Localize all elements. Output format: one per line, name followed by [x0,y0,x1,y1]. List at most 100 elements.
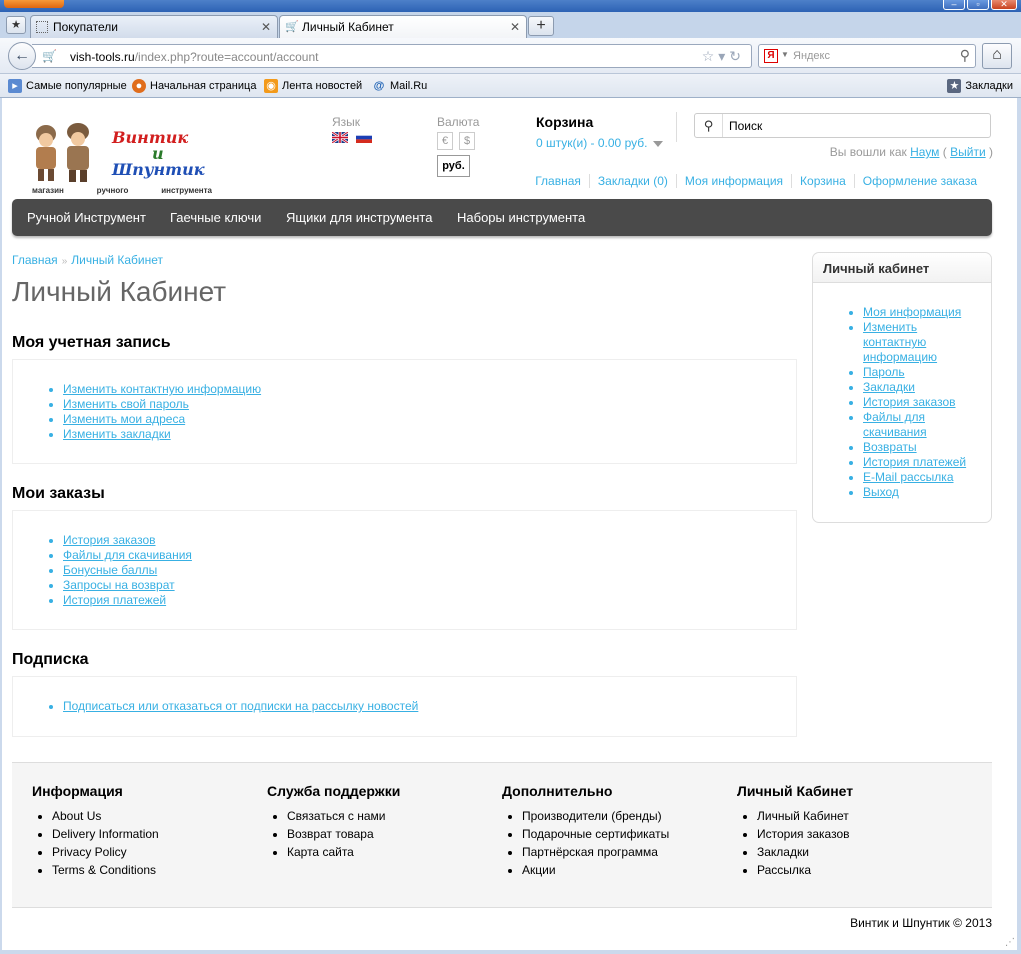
footer-link-specials[interactable]: Акции [522,861,669,879]
language-label: Язык [332,115,361,129]
account-user-link[interactable]: Наум [910,145,939,159]
menu-item-hand-tools[interactable]: Ручной Инструмент [27,210,146,225]
top-link-account[interactable]: Моя информация [675,174,791,188]
list-item: История платежей [63,593,796,608]
at-sign-icon: @ [373,80,385,92]
menu-item-wrenches[interactable]: Гаечные ключи [170,210,261,225]
footer-link-wishlist[interactable]: Закладки [757,843,853,861]
footer-link-sitemap[interactable]: Карта сайта [287,843,400,861]
currency-euro-button[interactable]: € [437,132,453,150]
new-tab-button[interactable]: + [528,16,554,36]
footer-link-privacy[interactable]: Privacy Policy [52,843,159,861]
rss-icon: ◉ [264,79,278,93]
footer-link-terms[interactable]: Terms & Conditions [52,861,159,879]
top-link-wishlist[interactable]: Закладки (0) [588,174,676,188]
chevron-down-icon[interactable]: ▼ [781,50,789,59]
firefox-menu-button[interactable] [4,0,64,8]
cart-favicon-icon: 🛒 [285,21,299,33]
tab-account[interactable]: 🛒 Личный Кабинет ✕ [279,15,527,39]
russia-flag-icon[interactable] [356,132,372,143]
breadcrumb: Главная» Личный Кабинет [12,253,164,267]
yandex-icon[interactable]: Я [764,49,778,63]
cart-summary[interactable]: 0 штук(и) - 0.00 руб. [536,136,664,150]
bookmark-star-reload-icons[interactable]: ☆▾↻ [702,48,745,65]
footer-link-brands[interactable]: Производители (бренды) [522,807,669,825]
uk-flag-icon[interactable] [332,132,348,143]
sidebar-item-edit-contact[interactable]: Изменить контактную информацию [863,320,937,364]
change-password-link[interactable]: Изменить свой пароль [63,397,189,411]
logout-link[interactable]: Выйти [950,145,986,159]
site-identity-icon[interactable]: 🛒 [42,49,57,63]
footer-link-account[interactable]: Личный Кабинет [757,807,853,825]
store-logo[interactable]: Винтик и Шпунтик магазин ручного инструм… [26,120,216,200]
minimize-icon[interactable]: – [943,0,965,10]
url-bar[interactable]: 🛒 vish-tools.ru/index.php?route=account/… [32,44,752,68]
currency-rub-button[interactable]: руб. [437,155,470,177]
list-item: Закладки [863,380,981,395]
close-window-icon[interactable]: ✕ [991,0,1017,10]
top-link-home[interactable]: Главная [527,174,589,188]
top-link-cart[interactable]: Корзина [791,174,854,188]
resize-grip-icon[interactable]: ⋰ [1005,937,1015,948]
downloads-link[interactable]: Файлы для скачивания [63,548,192,562]
footer-link-about[interactable]: About Us [52,807,159,825]
tab-title: Личный Кабинет [302,20,394,34]
edit-contact-link[interactable]: Изменить контактную информацию [63,382,261,396]
sidebar-item-logout[interactable]: Выход [863,485,899,499]
tab-customers[interactable]: Покупатели ✕ [30,15,278,38]
list-item: Пароль [863,365,981,380]
breadcrumb-account[interactable]: Личный Кабинет [71,253,163,267]
footer-link-order-history[interactable]: История заказов [757,825,853,843]
list-item: Изменить контактную информацию [863,320,981,365]
maximize-icon[interactable]: ▫ [967,0,989,10]
menu-item-tool-boxes[interactable]: Ящики для инструмента [286,210,432,225]
back-button[interactable]: ← [8,42,36,70]
breadcrumb-home[interactable]: Главная [12,253,58,267]
sidebar-item-order-history[interactable]: История заказов [863,395,956,409]
sidebar-item-wishlist[interactable]: Закладки [863,380,915,394]
transactions-link[interactable]: История платежей [63,593,166,607]
edit-wishlist-link[interactable]: Изменить закладки [63,427,171,441]
tab-close-icon[interactable]: ✕ [510,20,520,34]
firefox-icon: ● [132,79,146,93]
home-button[interactable]: ⌂ [982,43,1012,69]
welcome-text: Вы вошли как Наум ( Выйти ) [829,145,993,159]
window-titlebar: – ▫ ✕ [0,0,1021,12]
tab-close-icon[interactable]: ✕ [261,20,271,34]
section-title-account: Моя учетная запись [12,334,171,351]
bookmark-mailru[interactable]: @ Mail.Ru [372,79,428,93]
list-item: Изменить мои адреса [63,412,796,427]
bookmark-most-visited[interactable]: ▸ Самые популярные [8,79,127,93]
bookmark-start-page[interactable]: ● Начальная страница [132,79,256,93]
footer-link-affiliates[interactable]: Партнёрская программа [522,843,669,861]
newsletter-link[interactable]: Подписаться или отказаться от подписки н… [63,699,418,713]
edit-addresses-link[interactable]: Изменить мои адреса [63,412,185,426]
search-input[interactable]: ⚲ Поиск [694,113,991,138]
sidebar-item-downloads[interactable]: Файлы для скачивания [863,410,927,439]
footer-link-returns[interactable]: Возврат товара [287,825,400,843]
order-history-link[interactable]: История заказов [63,533,156,547]
sidebar-item-transactions[interactable]: История платежей [863,455,966,469]
currency-dollar-button[interactable]: $ [459,132,475,150]
sidebar-item-password[interactable]: Пароль [863,365,905,379]
footer-link-delivery[interactable]: Delivery Information [52,825,159,843]
footer-link-vouchers[interactable]: Подарочные сертификаты [522,825,669,843]
returns-link[interactable]: Запросы на возврат [63,578,175,592]
footer-link-contact[interactable]: Связаться с нами [287,807,400,825]
top-link-checkout[interactable]: Оформление заказа [853,174,985,188]
sidebar-item-newsletter[interactable]: E-Mail рассылка [863,470,954,484]
reward-points-link[interactable]: Бонусные баллы [63,563,157,577]
footer-link-newsletter[interactable]: Рассылка [757,861,853,879]
search-icon[interactable]: ⚲ [695,114,723,137]
menu-item-tool-sets[interactable]: Наборы инструмента [457,210,585,225]
web-search-bar[interactable]: Я ▼ Яндекс ⚲ [758,44,976,68]
sidebar-item-my-info[interactable]: Моя информация [863,305,961,319]
magnifier-icon[interactable]: ⚲ [960,47,970,64]
bookmarks-menu-button[interactable]: ★ Закладки [947,79,1013,93]
logo-caption: магазин ручного инструмента [32,186,212,195]
bookmark-news-feed[interactable]: ◉ Лента новостей [264,79,362,93]
top-links: Главная Закладки (0) Моя информация Корз… [527,174,985,188]
chevron-down-icon [653,140,664,147]
tab-groups-icon[interactable]: ★ [6,16,26,34]
sidebar-item-returns[interactable]: Возвраты [863,440,917,454]
